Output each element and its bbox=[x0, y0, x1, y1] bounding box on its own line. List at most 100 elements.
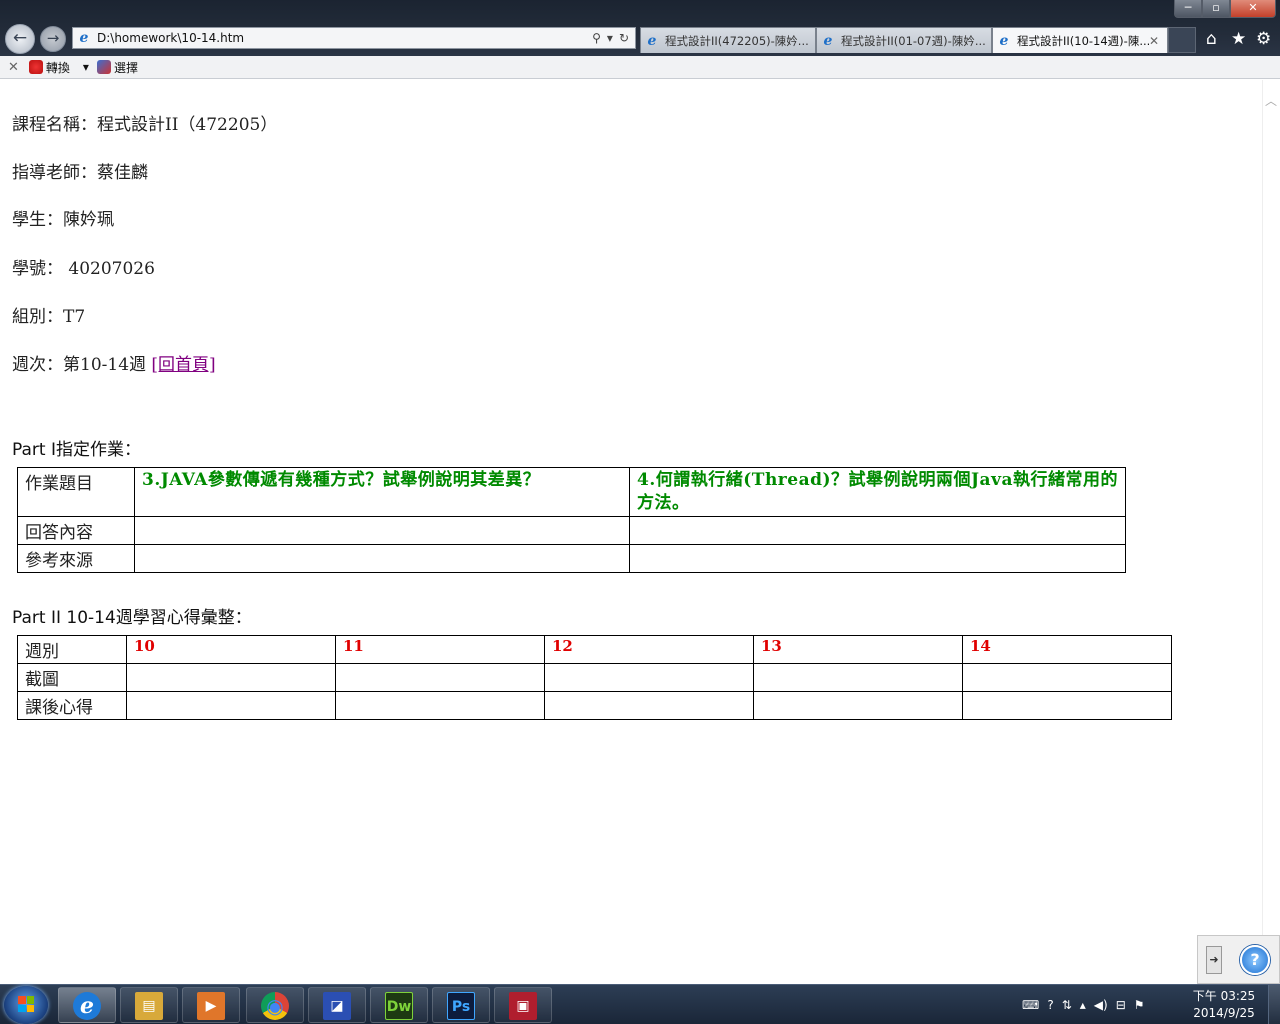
search-icon[interactable]: ⚲ bbox=[592, 31, 601, 45]
tab-label: 程式設計II(01-07週)-陳妗... bbox=[841, 33, 986, 48]
part2-title: Part II 10-14週學習心得彙整： bbox=[12, 603, 252, 628]
scroll-up-icon[interactable]: ︿ bbox=[1265, 92, 1277, 109]
volume-icon[interactable]: ◀) bbox=[1094, 998, 1108, 1012]
system-tray: ⌨ ? ⇅ ▴ ◀) ⊟ ⚑ bbox=[1022, 985, 1145, 1024]
question-4: 4.何謂執行緒(Thread)？試舉例說明兩個Java執行緒常用的方法。 bbox=[629, 467, 1126, 517]
answer-cell bbox=[134, 516, 630, 545]
table-row: 作業題目 3.JAVA參數傳遞有幾種方式？試舉例說明其差異？ 4.何謂執行緒(T… bbox=[17, 467, 1126, 517]
window-controls: ─ ▫ ✕ bbox=[1174, 0, 1276, 18]
display-icon[interactable]: ⊟ bbox=[1116, 998, 1126, 1012]
screenshot-cell bbox=[753, 663, 963, 692]
select-label: 選擇 bbox=[113, 60, 138, 75]
photoshop-icon: Ps bbox=[447, 992, 475, 1020]
screenshot-cell bbox=[544, 663, 754, 692]
part2-title-cjk: 週學習心得彙整： bbox=[115, 608, 252, 628]
table-row: 截圖 bbox=[17, 663, 1172, 692]
tab-label: 程式設計II(472205)-陳妗... bbox=[665, 33, 809, 48]
taskbar-app-save-tool[interactable]: ▣ bbox=[494, 987, 552, 1023]
arrow-icon[interactable]: ➜ bbox=[1206, 946, 1222, 974]
week-cell: 13 bbox=[753, 635, 963, 664]
start-button[interactable] bbox=[4, 986, 48, 1024]
action-center-flag-icon[interactable]: ⚑ bbox=[1134, 998, 1145, 1012]
screenshot-cell bbox=[126, 663, 336, 692]
taskbar-app-program[interactable]: ◪ bbox=[308, 987, 366, 1023]
answer-cell bbox=[629, 516, 1126, 545]
group-name: 組別：T7 bbox=[12, 307, 86, 327]
minimize-button[interactable]: ─ bbox=[1174, 0, 1202, 18]
screenshot-cell bbox=[335, 663, 545, 692]
close-window-button[interactable]: ✕ bbox=[1230, 0, 1276, 18]
network-icon[interactable]: ⇅ bbox=[1062, 998, 1072, 1012]
program-icon: ◪ bbox=[323, 992, 351, 1020]
teacher-name: 指導老師：蔡佳麟 bbox=[12, 163, 148, 183]
dropdown-icon[interactable]: ▾ bbox=[607, 31, 613, 45]
taskbar-app-chrome[interactable]: ◉ bbox=[246, 987, 304, 1023]
taskbar-app-file-explorer[interactable]: ▤ bbox=[120, 987, 178, 1023]
student-name: 學生：陳妗珮 bbox=[12, 210, 114, 230]
table-row: 週別 10 11 12 13 14 bbox=[17, 635, 1172, 664]
week-range-text: 週次：第10-14週 bbox=[12, 355, 152, 375]
maximize-button[interactable]: ▫ bbox=[1202, 0, 1230, 18]
table-row: 課後心得 bbox=[17, 691, 1172, 720]
taskbar-app-internet-explorer[interactable]: e bbox=[58, 987, 116, 1023]
close-command-bar-icon[interactable]: ✕ bbox=[8, 60, 19, 75]
row-label: 課後心得 bbox=[17, 691, 127, 720]
taskbar-app-photoshop[interactable]: Ps bbox=[432, 987, 490, 1023]
favorites-star-icon[interactable]: ★ bbox=[1231, 29, 1246, 49]
new-tab-button[interactable] bbox=[1168, 27, 1196, 53]
tab-weeks-10-14[interactable]: e 程式設計II(10-14週)-陳... ✕ bbox=[992, 27, 1168, 53]
reflection-cell bbox=[544, 691, 754, 720]
convert-button[interactable]: 轉換 ▾ bbox=[28, 59, 89, 76]
system-clock[interactable]: 下午 03:25 2014/9/25 bbox=[1188, 988, 1260, 1022]
show-hidden-icons-icon[interactable]: ▴ bbox=[1080, 998, 1086, 1012]
windows-logo-icon bbox=[18, 996, 34, 1012]
clock-time: 下午 03:25 bbox=[1192, 989, 1256, 1003]
week-cell: 12 bbox=[544, 635, 754, 664]
command-bar: ✕ 轉換 ▾ 選擇 bbox=[0, 56, 1280, 79]
keyboard-icon[interactable]: ⌨ bbox=[1022, 998, 1039, 1012]
select-button[interactable]: 選擇 bbox=[96, 59, 138, 76]
question-3: 3.JAVA參數傳遞有幾種方式？試舉例說明其差異？ bbox=[134, 467, 630, 517]
home-link[interactable]: [回首頁] bbox=[151, 355, 215, 375]
reference-cell bbox=[134, 544, 630, 573]
windows-taskbar: e ▤ ▶ ◉ ◪ Dw Ps ▣ ⌨ ? ⇅ ▴ ◀) ⊟ ⚑ 下午 03:2… bbox=[0, 984, 1280, 1024]
tab-favicon-icon: e bbox=[823, 32, 833, 49]
taskbar-app-media-player[interactable]: ▶ bbox=[182, 987, 240, 1023]
tab-weeks-01-07[interactable]: e 程式設計II(01-07週)-陳妗... bbox=[816, 27, 992, 53]
part1-title: Part I指定作業： bbox=[12, 435, 141, 460]
back-button[interactable]: ← bbox=[5, 24, 35, 54]
part1-title-latin: Part I bbox=[12, 440, 56, 460]
vertical-scrollbar[interactable] bbox=[1262, 80, 1280, 984]
tab-course-main[interactable]: e 程式設計II(472205)-陳妗... bbox=[640, 27, 816, 53]
forward-button[interactable]: → bbox=[40, 26, 66, 52]
clock-date: 2014/9/25 bbox=[1193, 1006, 1255, 1020]
home-icon[interactable]: ⌂ bbox=[1206, 29, 1217, 49]
address-text[interactable]: D:\homework\10-14.htm bbox=[97, 31, 592, 45]
chevron-down-icon[interactable]: ▾ bbox=[83, 60, 89, 74]
week-cell: 11 bbox=[335, 635, 545, 664]
reference-cell bbox=[629, 544, 1126, 573]
tab-favicon-icon: e bbox=[999, 32, 1009, 49]
taskbar-app-dreamweaver[interactable]: Dw bbox=[370, 987, 428, 1023]
floppy-disk-icon: ▣ bbox=[509, 992, 537, 1020]
convert-icon bbox=[28, 60, 43, 74]
chrome-icon: ◉ bbox=[261, 992, 289, 1020]
table-row: 回答內容 bbox=[17, 516, 1126, 545]
refresh-icon[interactable]: ↻ bbox=[619, 31, 629, 45]
row-label: 截圖 bbox=[17, 663, 127, 692]
weekly-table: 週別 10 11 12 13 14 截圖 課後心得 bbox=[17, 635, 1172, 720]
help-icon[interactable]: ? bbox=[1240, 945, 1270, 975]
show-desktop-button[interactable] bbox=[1268, 985, 1280, 1024]
address-bar[interactable]: e D:\homework\10-14.htm ⚲ ▾ ↻ bbox=[72, 27, 636, 49]
screenshot-cell bbox=[962, 663, 1172, 692]
help-tray-icon[interactable]: ? bbox=[1047, 998, 1053, 1012]
row-label: 週別 bbox=[17, 635, 127, 664]
tools-gear-icon[interactable]: ⚙ bbox=[1256, 29, 1271, 49]
student-id: 學號： 40207026 bbox=[12, 259, 155, 279]
reflection-cell bbox=[335, 691, 545, 720]
browser-title-bar: ─ ▫ ✕ ← → e D:\homework\10-14.htm ⚲ ▾ ↻ … bbox=[0, 0, 1280, 56]
tab-close-icon[interactable]: ✕ bbox=[1149, 34, 1163, 48]
floating-helper-panel: ➜ ? bbox=[1197, 935, 1280, 984]
course-name: 課程名稱：程式設計II（472205） bbox=[12, 115, 278, 135]
select-icon bbox=[96, 60, 111, 74]
